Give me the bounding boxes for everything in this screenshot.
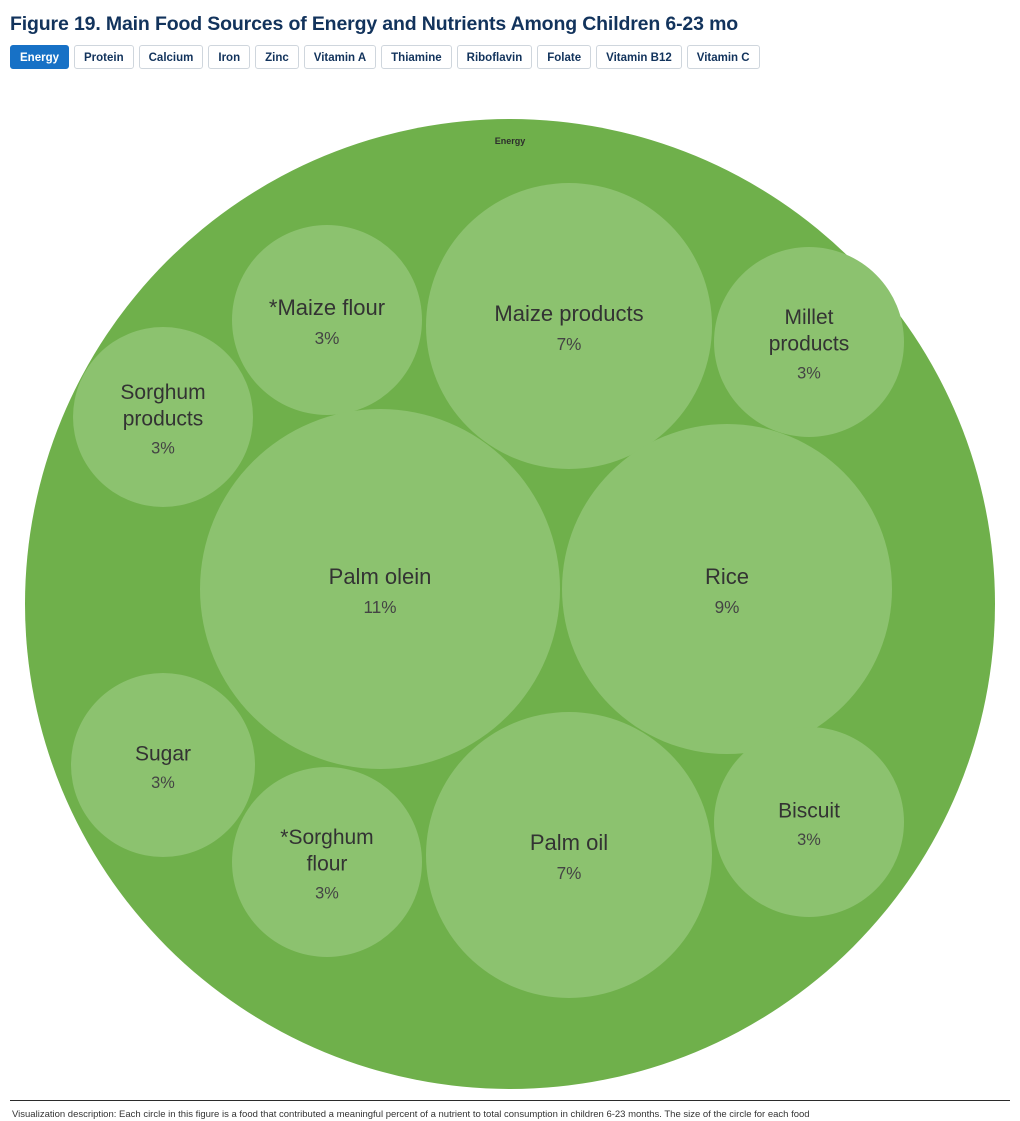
- bubble-label: products: [769, 333, 850, 356]
- bubble-label: Sugar: [135, 742, 191, 765]
- bubble-label: *Sorghum: [280, 826, 373, 849]
- bubble-palm-oil[interactable]: Palm oil 7%: [426, 712, 712, 998]
- bubble-millet-products[interactable]: Millet products 3%: [714, 247, 904, 437]
- bubble-palm-olein[interactable]: Palm olein 11%: [200, 409, 560, 769]
- tab-iron[interactable]: Iron: [208, 45, 251, 69]
- bubble-maize-products[interactable]: Maize products 7%: [426, 183, 712, 469]
- tab-thiamine[interactable]: Thiamine: [381, 45, 452, 69]
- bubble-label: flour: [307, 853, 348, 876]
- root-bubble-label: Energy: [495, 136, 526, 146]
- tab-vitamin-c[interactable]: Vitamin C: [686, 45, 760, 69]
- bubble-sorghum-products[interactable]: Sorghum products 3%: [73, 327, 253, 507]
- tab-folate[interactable]: Folate: [537, 45, 592, 69]
- bubble-maize-flour[interactable]: *Maize flour 3%: [232, 225, 422, 415]
- bubble-value: 7%: [557, 863, 582, 883]
- bubble-value: 7%: [557, 334, 582, 354]
- circle-packing-svg: Energy Sorghum products 3% *Maize flour 3% Mai…: [25, 119, 995, 1089]
- footer-divider: [10, 1100, 1010, 1101]
- bubble-value: 9%: [715, 597, 740, 617]
- tab-riboflavin[interactable]: Riboflavin: [456, 45, 533, 69]
- bubble-label: Biscuit: [778, 799, 840, 822]
- tab-calcium[interactable]: Calcium: [138, 45, 204, 69]
- bubble-value: 3%: [151, 774, 175, 792]
- tab-zinc[interactable]: Zinc: [255, 45, 299, 69]
- bubble-value: 3%: [151, 440, 175, 458]
- page-title: Figure 19. Main Food Sources of Energy a…: [10, 13, 739, 35]
- bubble-label: Millet: [784, 306, 833, 329]
- bubble-value: 3%: [315, 328, 340, 348]
- bubble-label: Palm olein: [329, 564, 432, 589]
- bubble-chart: Energy Sorghum products 3% *Maize flour 3% Mai…: [0, 92, 1020, 1092]
- bubble-value: 3%: [797, 365, 821, 383]
- bubble-value: 3%: [315, 885, 339, 903]
- tab-vitamin-a[interactable]: Vitamin A: [303, 45, 377, 69]
- bubble-label: Maize products: [494, 301, 643, 326]
- tab-vitamin-b12[interactable]: Vitamin B12: [596, 45, 682, 69]
- bubble-biscuit[interactable]: Biscuit 3%: [714, 727, 904, 917]
- visualization-description: Visualization description: Each circle i…: [12, 1109, 810, 1120]
- bubble-sugar[interactable]: Sugar 3%: [71, 673, 255, 857]
- tab-energy[interactable]: Energy: [10, 45, 69, 69]
- tab-protein[interactable]: Protein: [74, 45, 134, 69]
- bubble-label: Rice: [705, 564, 749, 589]
- bubble-label: Palm oil: [530, 830, 608, 855]
- nutrient-tab-bar: Energy Protein Calcium Iron Zinc Vitamin A Thi…: [0, 36, 1020, 71]
- bubble-sorghum-flour[interactable]: *Sorghum flour 3%: [232, 767, 422, 957]
- bubble-label: Sorghum: [120, 381, 205, 404]
- bubble-value: 11%: [363, 597, 396, 617]
- bubble-label: *Maize flour: [269, 295, 385, 320]
- bubble-rice[interactable]: Rice 9%: [562, 424, 892, 754]
- bubble-label: products: [123, 408, 204, 431]
- bubble-value: 3%: [797, 831, 821, 849]
